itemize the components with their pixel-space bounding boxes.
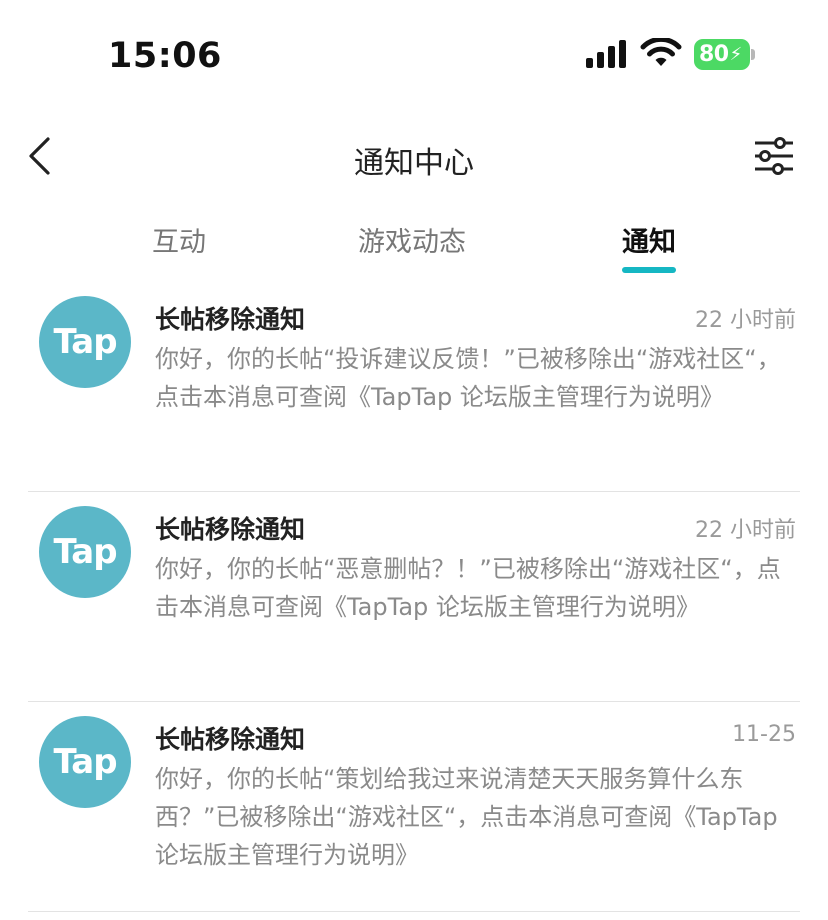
notification-title: 长帖移除通知 [155, 515, 306, 544]
notification-title: 长帖移除通知 [155, 305, 306, 334]
notification-title: 长帖移除通知 [155, 725, 306, 754]
wifi-icon [640, 36, 682, 72]
tab-interaction[interactable]: 互动 [152, 220, 206, 259]
active-tab-indicator [622, 267, 676, 273]
notification-item[interactable]: Tap 长帖移除通知 22 小时前 你好，你的长帖“投诉建议反馈！”已被移除出“… [0, 282, 828, 492]
filter-settings-icon[interactable] [752, 134, 796, 182]
notification-list: Tap 长帖移除通知 22 小时前 你好，你的长帖“投诉建议反馈！”已被移除出“… [0, 282, 828, 912]
notification-time: 22 小时前 [695, 518, 796, 543]
tab-bar: 互动 游戏动态 通知 [0, 210, 828, 280]
divider [28, 911, 800, 912]
taptap-avatar: Tap [39, 296, 131, 388]
notification-item[interactable]: Tap 长帖移除通知 11-25 你好，你的长帖“策划给我过来说清楚天天服务算什… [0, 702, 828, 912]
status-bar: 15:06 80 ⚡ [0, 0, 828, 110]
notification-body: 你好，你的长帖“恶意删帖？！”已被移除出“游戏社区“，点击本消息可查阅《TapT… [155, 555, 781, 621]
taptap-avatar: Tap [39, 716, 131, 808]
notification-item[interactable]: Tap 长帖移除通知 22 小时前 你好，你的长帖“恶意删帖？！”已被移除出“游… [0, 492, 828, 702]
notification-body: 你好，你的长帖“投诉建议反馈！”已被移除出“游戏社区“，点击本消息可查阅《Tap… [155, 345, 781, 411]
tab-notifications[interactable]: 通知 [622, 220, 676, 259]
notification-time: 22 小时前 [695, 308, 796, 333]
charging-bolt-icon: ⚡ [729, 44, 743, 65]
tab-game-updates[interactable]: 游戏动态 [358, 220, 466, 259]
taptap-avatar: Tap [39, 506, 131, 598]
battery-level: 80 [699, 42, 729, 67]
status-time: 15:06 [108, 36, 222, 76]
notification-body: 你好，你的长帖“策划给我过来说清楚天天服务算什么东西？”已被移除出“游戏社区“，… [155, 765, 778, 869]
nav-bar: 通知中心 [0, 118, 828, 198]
notification-time: 11-25 [732, 722, 796, 747]
page-title: 通知中心 [354, 146, 474, 181]
battery-indicator: 80 ⚡ [694, 39, 756, 70]
cellular-signal-icon [586, 40, 630, 72]
